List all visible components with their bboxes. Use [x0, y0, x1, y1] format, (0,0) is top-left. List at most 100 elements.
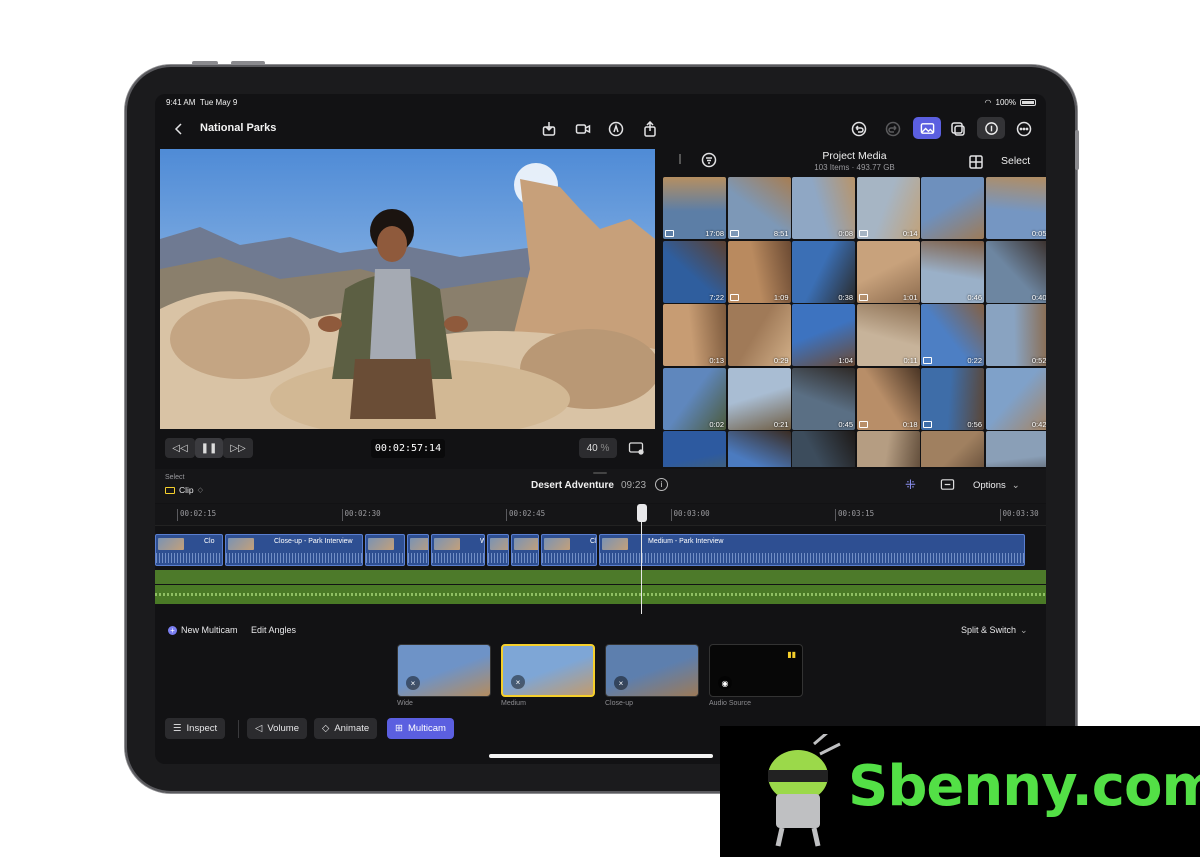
media-thumbnail[interactable]: 0:38	[792, 240, 855, 303]
timeline-ruler: 00:02:15 00:02:30 00:02:45 00:03:00 00:03:15…	[155, 504, 1046, 526]
clip-waveform	[366, 553, 404, 563]
pen-tip-icon[interactable]	[605, 118, 627, 140]
multicam-angle[interactable]: ◉ ▮▮	[709, 644, 803, 697]
status-bar: 9:41 AM Tue May 9 ◠ 100%	[155, 94, 1046, 112]
display-options-icon[interactable]	[625, 438, 647, 458]
media-browser-toggle[interactable]	[913, 117, 941, 139]
clip-connect-icon[interactable]	[940, 477, 955, 497]
media-thumbnail[interactable]: 1:09	[727, 240, 791, 303]
back-chevron-icon[interactable]	[168, 118, 190, 140]
media-thumbnail[interactable]: 0:29	[727, 304, 791, 366]
video-clip[interactable]	[511, 534, 539, 566]
options-menu[interactable]: Options ⌄	[973, 480, 1020, 491]
media-thumbnail[interactable]: 0:45	[792, 367, 855, 430]
multicam-angle[interactable]: ×	[605, 644, 699, 697]
animate-button[interactable]: ◇ Animate	[314, 718, 378, 739]
media-thumbnail[interactable]: 7:22	[663, 240, 726, 303]
media-thumbnail[interactable]: 0:56	[921, 367, 984, 430]
video-clip[interactable]: Cl	[541, 534, 597, 566]
media-thumbnail[interactable]: 0:40	[985, 240, 1046, 303]
media-thumbnail[interactable]: 0:22	[921, 304, 984, 366]
grid-icon: ⊞	[395, 723, 403, 734]
media-thumbnail[interactable]: 0:08	[792, 177, 855, 239]
undo-icon[interactable]	[848, 118, 870, 140]
video-clip[interactable]	[407, 534, 429, 566]
multicam-angle[interactable]: ×	[501, 644, 595, 697]
media-thumbnail[interactable]: 0:52	[985, 304, 1046, 366]
select-button[interactable]: Select	[1001, 155, 1030, 167]
volume-label: Volume	[267, 723, 299, 734]
keyframe-icon: ◇	[322, 723, 330, 734]
clip-duration: 0:45	[838, 419, 853, 429]
effects-icon[interactable]	[947, 118, 969, 140]
more-icon[interactable]	[1013, 118, 1035, 140]
music-track[interactable]	[155, 585, 1046, 604]
volume-button[interactable]: ◁ Volume	[247, 718, 307, 739]
video-clip[interactable]: Medium - Park Interview	[599, 534, 1025, 566]
media-thumbnail[interactable]: 0:46	[921, 240, 984, 303]
playhead-handle[interactable]	[637, 504, 647, 522]
media-thumbnail[interactable]: 0:05	[985, 177, 1046, 239]
share-icon[interactable]	[639, 118, 661, 140]
media-thumbnail[interactable]	[663, 431, 726, 467]
media-thumbnail[interactable]: 0:13	[663, 304, 726, 366]
angle-label: Close-up	[605, 700, 634, 707]
grid-view-icon[interactable]	[965, 151, 987, 173]
item-count: 103 Items	[814, 163, 850, 172]
edit-angles-button[interactable]: Edit Angles	[251, 625, 296, 635]
browser-title: Project Media	[822, 150, 887, 162]
multicam-button[interactable]: ⊞ Multicam	[387, 718, 454, 739]
video-clip[interactable]: W	[431, 534, 485, 566]
import-icon[interactable]	[538, 118, 560, 140]
media-thumbnail[interactable]: 1:01	[856, 240, 920, 303]
media-thumbnail[interactable]: 0:11	[856, 304, 920, 366]
viewer-controls: ◁◁ ❚❚ ▷▷ 00:02:57:14 40 %	[155, 431, 660, 467]
fast-forward-icon[interactable]: ▷▷	[223, 438, 253, 458]
select-mode-picker[interactable]: Clip ◇	[165, 485, 203, 495]
clip-duration: 0:42	[1031, 419, 1046, 429]
clip-filmstrip	[228, 538, 254, 550]
video-viewer[interactable]	[160, 149, 655, 429]
camera-icon[interactable]	[572, 118, 594, 140]
clip-waveform	[156, 553, 222, 563]
media-thumbnail[interactable]	[985, 431, 1046, 467]
video-clip[interactable]	[487, 534, 509, 566]
media-thumbnail[interactable]: 17:08	[663, 177, 726, 239]
redo-icon[interactable]	[882, 118, 904, 140]
multicam-badge-icon	[858, 420, 868, 428]
media-thumbnail[interactable]	[727, 431, 791, 467]
media-thumbnail[interactable]	[921, 177, 984, 239]
video-clip[interactable]: Close-up - Park Interview	[225, 534, 363, 566]
video-clip[interactable]	[365, 534, 405, 566]
pause-button[interactable]: ❚❚	[195, 438, 223, 458]
snapping-icon[interactable]: ⁜	[905, 477, 916, 493]
media-thumbnail[interactable]: 8:51	[727, 177, 791, 239]
media-thumbnail[interactable]: 1:04	[792, 304, 855, 366]
media-thumbnail[interactable]: 0:42	[985, 367, 1046, 430]
video-clip[interactable]: Clo	[155, 534, 223, 566]
media-thumbnail[interactable]	[856, 431, 920, 467]
split-switch-menu[interactable]: Split & Switch ⌄	[961, 625, 1028, 636]
inspect-label: Inspect	[186, 723, 218, 734]
multicam-badge-icon	[923, 357, 932, 364]
multicam-badge-icon	[858, 230, 868, 237]
audio-track[interactable]	[155, 570, 1046, 584]
media-thumbnail[interactable]	[792, 431, 855, 467]
multicam-angle[interactable]: ×	[397, 644, 491, 697]
info-icon[interactable]: i	[655, 478, 668, 491]
media-thumbnail[interactable]: 0:14	[856, 177, 920, 239]
media-thumbnail[interactable]	[921, 431, 984, 467]
zoom-field[interactable]: 40 %	[579, 438, 617, 458]
clip-duration: 0:18	[902, 419, 918, 429]
inspect-button[interactable]: ☰ Inspect	[165, 718, 226, 739]
rewind-icon[interactable]: ◁◁	[165, 438, 195, 458]
new-multicam-button[interactable]: + New Multicam	[168, 625, 238, 635]
multicam-badge-icon	[729, 293, 739, 301]
wifi-icon: ◠	[984, 98, 992, 107]
media-thumbnail[interactable]: 0:02	[663, 367, 726, 430]
media-thumbnail[interactable]: 0:18	[856, 367, 920, 430]
resize-handle[interactable]	[593, 472, 607, 474]
media-thumbnail[interactable]: 0:21	[727, 367, 791, 430]
inspector-toggle[interactable]	[977, 117, 1005, 139]
speaker-icon: ◁	[255, 723, 263, 734]
